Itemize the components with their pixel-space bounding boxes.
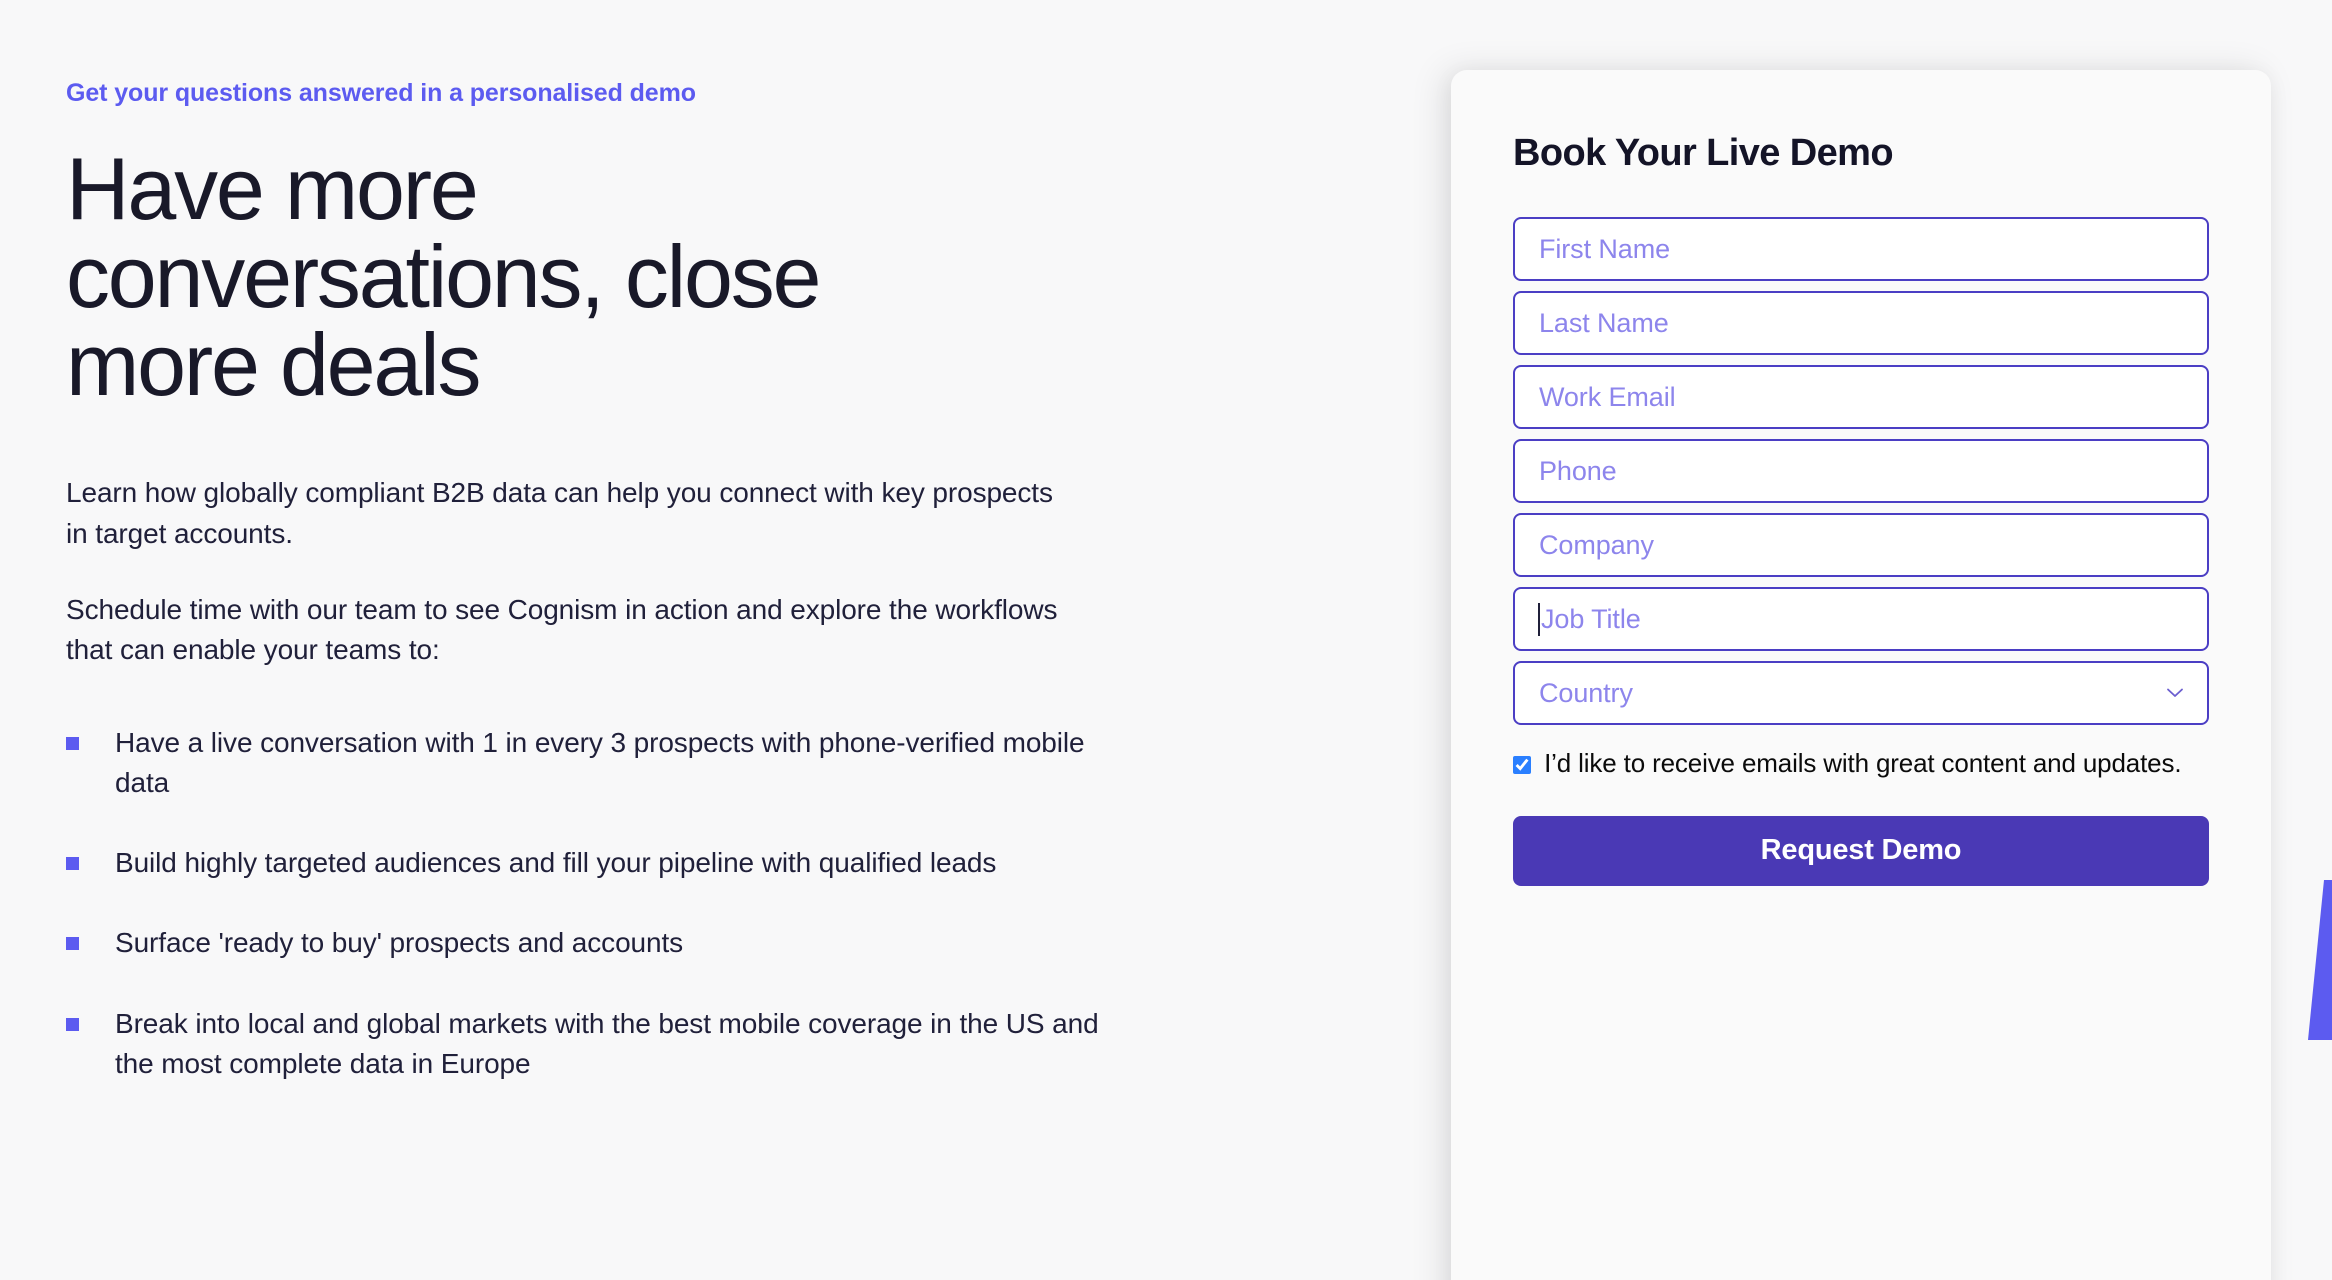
work-email-field-wrap [1513,365,2209,429]
work-email-input[interactable] [1513,365,2209,429]
text-cursor-caret [1538,603,1540,636]
list-item: Break into local and global markets with… [66,1004,1246,1085]
demo-landing-page: Get your questions answered in a persona… [0,0,2332,1280]
company-input[interactable] [1513,513,2209,577]
periwinkle-accent-shape [2298,880,2332,1040]
company-field-wrap [1513,513,2209,577]
list-item-label: Build highly targeted audiences and fill… [115,847,997,879]
form-title: Book Your Live Demo [1513,132,1894,174]
hero-eyebrow: Get your questions answered in a persona… [66,79,696,107]
email-consent-row: I’d like to receive emails with great co… [1513,741,2209,786]
request-demo-button[interactable]: Request Demo [1513,815,2209,886]
demo-request-form-card: Book Your Live Demo Country [1451,70,2271,1280]
hero-copy-column: Get your questions answered in a persona… [66,0,1246,1124]
list-item-label: Surface 'ready to buy' prospects and acc… [115,927,684,959]
list-item-label: Have a live conversation with 1 in every… [115,726,1085,798]
email-consent-checkbox[interactable] [1513,756,1531,774]
phone-input[interactable] [1513,439,2209,503]
list-item: Surface 'ready to buy' prospects and acc… [66,923,1246,963]
phone-field-wrap [1513,439,2209,503]
list-item-label: Break into local and global markets with… [115,1007,1099,1080]
square-bullet-icon [66,937,79,951]
country-field-wrap: Country [1513,661,2209,725]
square-bullet-icon [66,1017,79,1031]
list-item: Have a live conversation with 1 in every… [66,723,1246,804]
first-name-field-wrap [1513,217,2209,281]
job-title-field-wrap [1513,587,2209,651]
country-select[interactable]: Country [1513,661,2209,725]
page-title: Have more conversations, close more deal… [66,139,821,415]
list-item: Build highly targeted audiences and fill… [66,843,1246,883]
square-bullet-icon [66,857,79,871]
first-name-input[interactable] [1513,217,2209,281]
benefits-list: Have a live conversation with 1 in every… [66,723,1246,1085]
square-bullet-icon [66,736,79,750]
hero-paragraph-2: Schedule time with our team to see Cogni… [66,593,1058,666]
hero-paragraph-1: Learn how globally compliant B2B data ca… [66,477,1053,549]
email-consent-label: I’d like to receive emails with great co… [1544,748,2182,778]
last-name-input[interactable] [1513,291,2209,355]
job-title-input[interactable] [1513,587,2209,651]
last-name-field-wrap [1513,291,2209,355]
